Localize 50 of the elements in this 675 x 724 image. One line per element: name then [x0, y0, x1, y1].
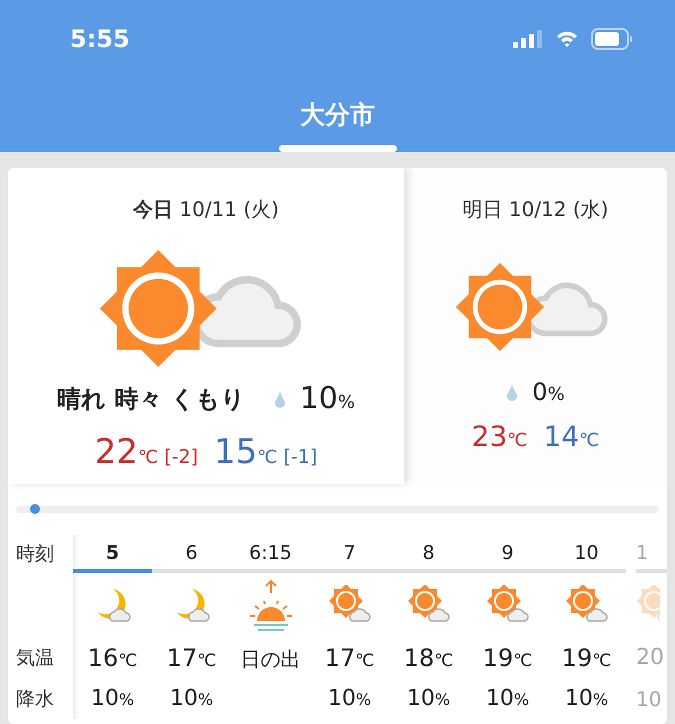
hour-tab[interactable]: 9 [468, 535, 547, 573]
battery-icon [591, 28, 633, 50]
hour-temp: 20 [636, 644, 664, 672]
hour-tab[interactable]: 10 [547, 535, 626, 573]
hour-rain: 10% [90, 685, 134, 713]
high-temp: 22℃ [94, 431, 158, 474]
hour-temp: 17℃ [324, 643, 374, 674]
row-label: 時刻 [16, 542, 55, 567]
hour-tab[interactable]: 8 [389, 535, 468, 573]
hour-temp: 16℃ [88, 643, 138, 674]
hour-temp: 19℃ [482, 643, 532, 674]
high-temp: 23℃ [472, 419, 528, 455]
low-temp: 15℃ [214, 431, 278, 474]
day-date: 明日 10/12 (水) [462, 196, 608, 223]
sun-cloud-icon [328, 585, 372, 625]
raindrop-icon [274, 388, 286, 408]
day-panel[interactable]: 今日 10/11 (火) 晴れ 時々 くもり 10% 22℃ [-2] 15℃ [-1] [8, 168, 404, 484]
weather-text: 晴れ 時々 くもり [56, 384, 246, 414]
hour-rain: 10 [636, 686, 662, 713]
rain-chance: 10% [300, 380, 355, 418]
hour-rain: 10% [328, 685, 372, 713]
hour-temp: 19℃ [562, 643, 612, 674]
wifi-icon [555, 30, 579, 48]
hour-temp: 17℃ [166, 643, 216, 674]
hour-rain: 10% [564, 685, 608, 713]
city-title: 大分市 [300, 98, 375, 130]
status-time: 5:55 [70, 24, 130, 55]
hour-rain: 10% [406, 685, 450, 713]
day-date: 今日 10/11 (火) [133, 196, 279, 223]
sun-cloud-icon [406, 585, 450, 625]
hour-temp: 18℃ [404, 643, 454, 674]
signal-icon [513, 30, 543, 48]
hour-tab[interactable]: 6:15 [231, 535, 310, 573]
hour-rain: 日の出 [240, 646, 300, 673]
low-temp-diff: [-1] [283, 445, 318, 470]
rain-chance: 0% [532, 377, 565, 408]
hour-tab[interactable]: 5 [73, 535, 152, 573]
timeline-thumb[interactable] [30, 504, 40, 514]
row-label: 気温 [16, 646, 55, 671]
timeline-track[interactable] [16, 506, 659, 513]
raindrop-icon [506, 382, 518, 402]
hour-tab[interactable]: 7 [310, 535, 389, 573]
sun-cloud-icon [486, 585, 530, 625]
hour-tab[interactable]: 6 [152, 535, 231, 573]
sun-cloud-icon [564, 585, 608, 625]
high-temp-diff: [-2] [164, 445, 198, 470]
row-label: 降水 [16, 687, 55, 712]
low-temp: 14℃ [544, 419, 600, 455]
hour-rain: 10% [170, 685, 214, 713]
hour-rain: 10% [486, 685, 530, 713]
